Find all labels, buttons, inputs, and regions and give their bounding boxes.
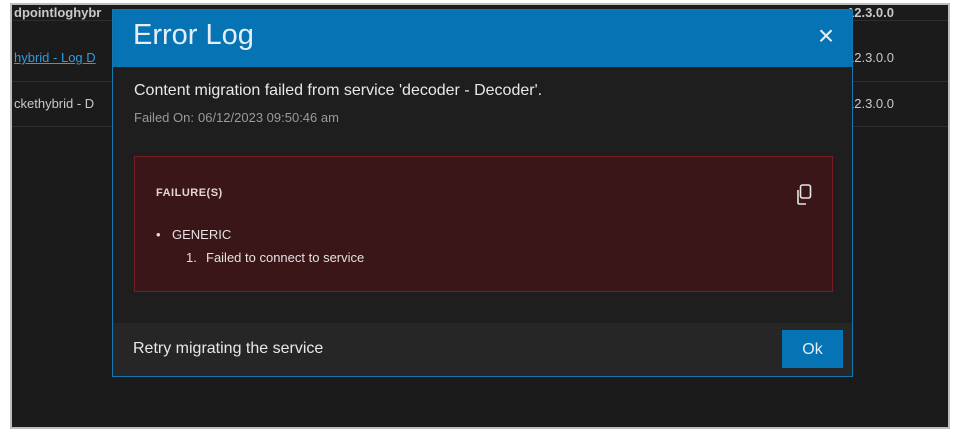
close-icon[interactable]: ×	[814, 21, 838, 51]
modal-header: Error Log ×	[113, 10, 852, 67]
failure-panel: FAILURE(S) • GENERIC 1. Failed to connect …	[134, 156, 833, 292]
modal-title: Error Log	[133, 19, 254, 51]
service-version: 12.3.0.0	[847, 96, 894, 111]
service-version: 12.3.0.0	[847, 50, 894, 65]
service-version: 12.3.0.0	[847, 5, 894, 20]
service-name: ckethybrid - D	[14, 96, 95, 111]
ok-button[interactable]: Ok	[782, 330, 843, 368]
copy-icon[interactable]	[794, 183, 814, 207]
error-message: Content migration failed from service 'd…	[134, 82, 543, 99]
retry-message: Retry migrating the service	[133, 340, 324, 357]
detail-text: Failed to connect to service	[206, 250, 365, 265]
failure-item: • GENERIC 1. Failed to connect to service	[156, 227, 364, 265]
service-name-link[interactable]: hybrid - Log D	[14, 50, 96, 65]
modal-footer: Retry migrating the service Ok	[113, 323, 852, 376]
service-name: dpointloghybr	[14, 5, 102, 20]
error-log-modal: Error Log × Content migration failed fro…	[112, 9, 853, 377]
detail-number: 1.	[186, 250, 197, 265]
failed-on-value: 06/12/2023 09:50:46 am	[197, 110, 339, 125]
app-window: dpointloghybr 12.3.0.0 hybrid - Log D 12…	[10, 3, 950, 429]
failure-list: • GENERIC 1. Failed to connect to service	[156, 227, 364, 265]
failure-category: GENERIC	[172, 227, 232, 242]
failure-details: 1. Failed to connect to service	[186, 250, 364, 265]
failed-on-timestamp: Failed On: 06/12/2023 09:50:46 am	[134, 110, 339, 125]
failed-on-label: Failed On:	[134, 110, 194, 125]
failure-detail-item: 1. Failed to connect to service	[186, 250, 364, 265]
bullet: •	[156, 227, 161, 242]
failure-title: FAILURE(S)	[156, 187, 223, 199]
